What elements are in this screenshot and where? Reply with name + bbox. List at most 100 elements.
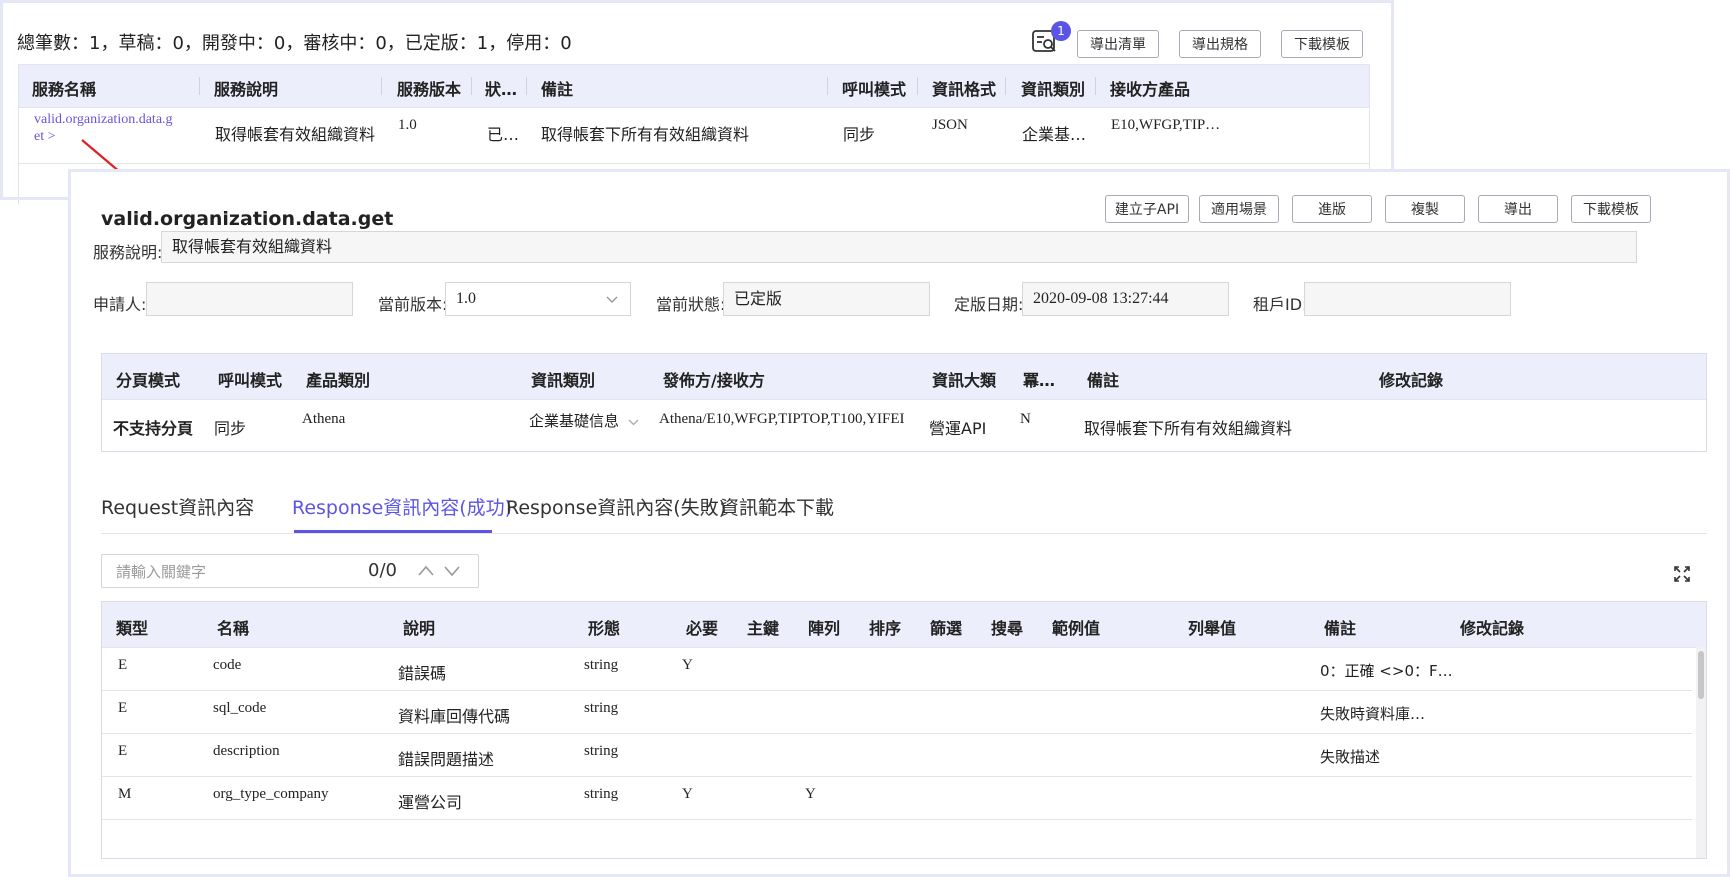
description-field[interactable]: 取得帳套有效組織資料 — [161, 231, 1637, 263]
cell-remark: 取得帳套下所有有效組織資料 — [541, 125, 750, 144]
copy-button[interactable]: 複製 — [1385, 195, 1465, 223]
col-publisher: 發佈方/接收方 — [663, 371, 765, 390]
col-filter: 篩選 — [930, 619, 963, 638]
status-field: 已定版 — [723, 282, 930, 316]
export-spec-button[interactable]: 導出規格 — [1179, 30, 1261, 58]
cell-name: code — [213, 657, 242, 673]
upgrade-version-button[interactable]: 進版 — [1292, 195, 1372, 223]
notification-badge: 1 — [1051, 21, 1071, 41]
cell-call-mode: 同步 — [843, 125, 876, 144]
col-description: 說明 — [403, 619, 436, 638]
cell-data-type: string — [584, 743, 619, 759]
tenant-field[interactable] — [1304, 282, 1511, 316]
cell-remark: 失敗時資料庫… — [1320, 705, 1426, 723]
col-service-desc[interactable]: 服務說明 — [214, 76, 278, 100]
col-remark[interactable]: 備註 — [541, 76, 573, 100]
search-input[interactable] — [102, 555, 378, 589]
cell-name: sql_code — [213, 700, 267, 716]
col-format[interactable]: 資訊格式 — [932, 76, 996, 100]
tab-response-failure[interactable]: Response資訊內容(失敗) — [506, 493, 726, 520]
cell-idempotent: N — [1020, 411, 1031, 427]
chevron-down-icon — [628, 419, 639, 426]
version-label: 當前版本: — [378, 295, 448, 314]
status-label: 當前狀態: — [656, 295, 726, 314]
col-category: 資訊類別 — [531, 371, 596, 390]
chevron-down-icon[interactable] — [444, 565, 460, 577]
cell-data-type: string — [584, 700, 619, 716]
tab-bar: Request資訊內容 Response資訊內容(成功) Response資訊內… — [101, 485, 1707, 534]
cell-name: org_type_company — [213, 786, 329, 802]
cell-info-type: 營運API — [929, 419, 987, 438]
cell-type: E — [118, 657, 128, 673]
col-primary-key: 主鍵 — [747, 619, 780, 638]
cell-remark: 0：正確 <>0：F… — [1320, 662, 1453, 680]
active-tab-indicator — [294, 530, 492, 533]
cell-format: JSON — [932, 117, 968, 133]
cell-remark: 失敗描述 — [1320, 748, 1381, 766]
expand-icon[interactable] — [1674, 566, 1690, 582]
release-date-field: 2020-09-08 13:27:44 — [1022, 282, 1229, 316]
keyword-search: 0/0 — [101, 554, 479, 589]
tab-request[interactable]: Request資訊內容 — [101, 493, 254, 520]
col-call-mode[interactable]: 呼叫模式 — [842, 76, 906, 100]
description-label: 服務說明: — [93, 243, 163, 262]
table-row[interactable]: E code 錯誤碼 string Y 0：正確 <>0：F… — [102, 647, 1692, 691]
col-name: 名稱 — [217, 619, 250, 638]
col-remark: 備註 — [1087, 371, 1120, 390]
col-category[interactable]: 資訊類別 — [1021, 76, 1085, 100]
col-remark: 備註 — [1324, 619, 1357, 638]
col-example: 範例值 — [1052, 619, 1101, 638]
applicant-field[interactable] — [146, 282, 353, 316]
applicant-label: 申請人: — [93, 295, 147, 314]
col-call-mode: 呼叫模式 — [218, 371, 283, 390]
col-service-name[interactable]: 服務名稱 — [32, 76, 96, 100]
tab-sample-download[interactable]: 資訊範本下載 — [720, 493, 834, 520]
cell-data-type: string — [584, 786, 619, 802]
scenario-button[interactable]: 適用場景 — [1199, 195, 1279, 223]
col-paging: 分頁模式 — [116, 371, 181, 390]
release-date-label: 定版日期: — [954, 295, 1024, 314]
cell-description: 運營公司 — [398, 793, 463, 812]
cell-type: M — [118, 786, 132, 802]
cell-description: 資料庫回傳代碼 — [398, 707, 511, 726]
cell-remark: 取得帳套下所有有效組織資料 — [1084, 419, 1293, 438]
cell-paging: 不支持分頁 — [113, 419, 194, 438]
col-data-type: 形態 — [588, 619, 621, 638]
download-template-button[interactable]: 下載模板 — [1571, 195, 1651, 223]
col-search: 搜尋 — [991, 619, 1024, 638]
export-button[interactable]: 導出 — [1478, 195, 1558, 223]
download-template-button[interactable]: 下載模板 — [1281, 30, 1363, 58]
create-sub-api-button[interactable]: 建立子API — [1105, 195, 1189, 223]
cell-category[interactable]: 企業基礎信息 — [529, 410, 639, 431]
col-sort: 排序 — [869, 619, 902, 638]
cell-description: 取得帳套有效組織資料 — [215, 125, 376, 144]
table-row[interactable]: E description 錯誤問題描述 string 失敗描述 — [102, 733, 1692, 777]
cell-receiver: E10,WFGP,TIP… — [1111, 117, 1221, 133]
table-row[interactable]: M org_type_company 運營公司 string Y Y — [102, 776, 1692, 820]
version-select[interactable]: 1.0 — [445, 282, 631, 316]
col-status[interactable]: 狀… — [485, 76, 517, 100]
chevron-up-icon[interactable] — [418, 565, 434, 577]
list-search-button[interactable]: 1 — [1031, 21, 1071, 55]
table-row[interactable]: E sql_code 資料庫回傳代碼 string 失敗時資料庫… — [102, 690, 1692, 734]
tab-response-success[interactable]: Response資訊內容(成功) — [292, 493, 512, 520]
cell-version: 1.0 — [398, 117, 417, 133]
cell-call-mode: 同步 — [214, 419, 247, 438]
col-history: 修改記錄 — [1460, 619, 1525, 638]
meta-row: 不支持分頁 同步 Athena 企業基礎信息 Athena/E10,WFGP,T… — [102, 399, 1706, 451]
col-receiver[interactable]: 接收方產品 — [1110, 76, 1190, 100]
table-row[interactable]: valid.organization.data.g et > 取得帳套有效組織資… — [19, 107, 1369, 164]
field-table-header: 類型 名稱 說明 形態 必要 主鍵 陣列 排序 篩選 搜尋 範例值 列舉值 備註… — [102, 602, 1706, 648]
vertical-scrollbar[interactable] — [1696, 647, 1706, 858]
cell-name: description — [213, 743, 280, 759]
scrollbar-thumb[interactable] — [1698, 651, 1704, 699]
cell-category: 企業基… — [1022, 125, 1087, 144]
col-enum: 列舉值 — [1188, 619, 1237, 638]
col-array: 陣列 — [808, 619, 841, 638]
cell-required: Y — [682, 657, 693, 673]
cell-type: E — [118, 700, 128, 716]
export-list-button[interactable]: 導出清單 — [1077, 30, 1159, 58]
col-version[interactable]: 服務版本 — [397, 76, 461, 100]
api-title: valid.organization.data.get — [101, 208, 394, 230]
service-detail-panel: valid.organization.data.get 建立子API 適用場景 … — [68, 169, 1730, 877]
